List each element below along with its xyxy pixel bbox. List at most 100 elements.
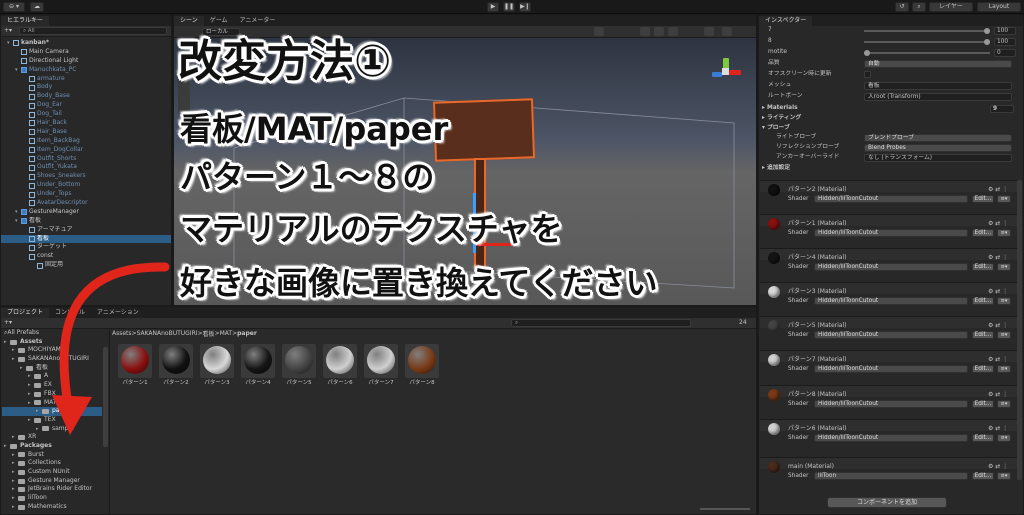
additional-settings-foldout[interactable]: ▸ 追加設定	[762, 164, 1020, 173]
cloud-button[interactable]: ☁	[30, 2, 44, 12]
shader-list-button[interactable]: ≡▾	[997, 263, 1011, 271]
shader-list-button[interactable]: ≡▾	[997, 297, 1011, 305]
hierarchy-item[interactable]: Main Camera	[1, 48, 171, 57]
hierarchy-item[interactable]: Directional Light	[1, 57, 171, 66]
checkbox[interactable]	[864, 71, 871, 78]
slider-value[interactable]: 100	[994, 37, 1016, 46]
breadcrumb-item[interactable]: 看板	[203, 329, 215, 338]
step-button[interactable]: ▶❙	[519, 2, 531, 12]
lighting-toggle-icon[interactable]	[640, 27, 650, 36]
inspector-scrollbar[interactable]	[1017, 180, 1022, 480]
material-header[interactable]: パターン5 (Material) ⚙ ⇄ ⋮	[760, 316, 1018, 332]
edit-shader-button[interactable]: Edit...	[972, 297, 994, 305]
add-icon[interactable]: +▾	[4, 27, 12, 34]
project-tree-item[interactable]: ▸ Custom NUnit	[2, 468, 102, 477]
slider-value[interactable]: 0	[994, 48, 1016, 57]
material-asset[interactable]: パターン3	[197, 340, 237, 392]
materials-header[interactable]: ▸ Materials 9	[762, 104, 1020, 113]
layers-dropdown[interactable]: レイヤー	[929, 2, 973, 12]
material-header[interactable]: パターン2 (Material) ⚙ ⇄ ⋮	[760, 180, 1018, 196]
effects-toggle-icon[interactable]	[668, 27, 678, 36]
project-tree-item[interactable]: ▸ Mathematics	[2, 503, 102, 512]
material-header[interactable]: パターン3 (Material) ⚙ ⇄ ⋮	[760, 282, 1018, 298]
slider-value[interactable]: 100	[994, 26, 1016, 35]
shader-list-button[interactable]: ≡▾	[997, 195, 1011, 203]
shader-list-button[interactable]: ≡▾	[997, 434, 1011, 442]
tab-game[interactable]: ゲーム	[204, 16, 234, 26]
gizmos-icon[interactable]	[722, 27, 732, 36]
shader-dropdown[interactable]: Hidden/lilToonCutout	[814, 365, 968, 373]
material-header[interactable]: パターン8 (Material) ⚙ ⇄ ⋮	[760, 385, 1018, 401]
materials-count-field[interactable]: 9	[990, 104, 1014, 113]
slider-track[interactable]	[864, 49, 990, 56]
tab-inspector[interactable]: インスペクター	[759, 16, 813, 26]
slider-knob[interactable]	[984, 38, 990, 45]
shader-dropdown[interactable]: Hidden/lilToonCutout	[814, 434, 968, 442]
project-tree-item[interactable]: ▸ lilToon	[2, 494, 102, 503]
material-asset[interactable]: パターン8	[402, 340, 442, 392]
breadcrumb-item[interactable]: paper	[237, 330, 257, 337]
search-button[interactable]: ⌕	[912, 2, 926, 12]
hierarchy-search-input[interactable]: ⌕ All	[19, 27, 167, 35]
shader-dropdown[interactable]: lilToon	[814, 472, 968, 480]
hierarchy-item[interactable]: Outfit_Yukata	[1, 163, 171, 172]
add-component-button[interactable]: コンポーネントを追加	[827, 497, 947, 508]
play-button[interactable]: ▶	[487, 2, 499, 12]
hierarchy-item[interactable]: 看板	[1, 234, 171, 244]
object-field[interactable]: 人root (Transform)	[864, 92, 1012, 101]
probes-foldout[interactable]: ▾ プローブ	[762, 124, 1020, 133]
shader-list-button[interactable]: ≡▾	[997, 400, 1011, 408]
slider-knob[interactable]	[864, 49, 870, 56]
tab-animator[interactable]: アニメーター	[234, 16, 282, 26]
slider-track[interactable]	[864, 27, 990, 34]
shader-dropdown[interactable]: Hidden/lilToonCutout	[814, 263, 968, 271]
edit-shader-button[interactable]: Edit...	[972, 472, 994, 480]
hierarchy-item[interactable]: ▾ kanban*	[1, 39, 171, 48]
hierarchy-item[interactable]: ▾ 看板	[1, 217, 171, 226]
material-header[interactable]: パターン6 (Material) ⚙ ⇄ ⋮	[760, 419, 1018, 435]
slider-track[interactable]	[864, 38, 990, 45]
probe-value-field[interactable]: ブレンドプローブ	[864, 133, 1012, 142]
material-header[interactable]: パターン4 (Material) ⚙ ⇄ ⋮	[760, 248, 1018, 264]
hierarchy-item[interactable]: Under_Bottom	[1, 181, 171, 190]
project-tree-item[interactable]: ▸ Collections	[2, 459, 102, 468]
lighting-foldout[interactable]: ▸ ライティング	[762, 114, 1020, 123]
slider-knob[interactable]	[984, 27, 990, 34]
edit-shader-button[interactable]: Edit...	[972, 229, 994, 237]
hierarchy-item[interactable]: Hair_Back	[1, 119, 171, 128]
history-button[interactable]: ↺	[895, 2, 909, 12]
project-tree-item[interactable]: ▸ Gesture Manager	[2, 477, 102, 486]
hierarchy-item[interactable]: ターゲット	[1, 243, 171, 252]
project-search-input[interactable]: ⌕	[511, 319, 691, 327]
edit-shader-button[interactable]: Edit...	[972, 195, 994, 203]
shader-dropdown[interactable]: Hidden/lilToonCutout	[814, 400, 968, 408]
hierarchy-item[interactable]: armature	[1, 75, 171, 84]
signboard-plank[interactable]	[432, 98, 536, 162]
edit-shader-button[interactable]: Edit...	[972, 263, 994, 271]
shading-mode-icon[interactable]	[594, 27, 604, 36]
tab-scene[interactable]: シーン	[174, 16, 204, 26]
probe-value-field[interactable]: なし (トランスフォーム)	[864, 153, 1012, 162]
shader-list-button[interactable]: ≡▾	[997, 331, 1011, 339]
material-asset[interactable]: パターン6	[320, 340, 360, 392]
project-tree-item[interactable]: ▸ Burst	[2, 451, 102, 460]
create-icon[interactable]: +▾	[4, 319, 12, 326]
tab-hierarchy[interactable]: ヒエラルキー	[1, 16, 50, 26]
edit-shader-button[interactable]: Edit...	[972, 365, 994, 373]
edit-shader-button[interactable]: Edit...	[972, 331, 994, 339]
hierarchy-item[interactable]: Shoes_Sneakers	[1, 172, 171, 181]
hierarchy-item[interactable]: Outfit_Shorts	[1, 155, 171, 164]
zoom-slider[interactable]	[700, 508, 750, 510]
shader-list-button[interactable]: ≡▾	[997, 365, 1011, 373]
camera-settings-icon[interactable]	[704, 27, 714, 36]
hierarchy-item[interactable]: Body_Base	[1, 92, 171, 101]
hierarchy-item[interactable]: AvatarDescriptor	[1, 199, 171, 208]
shader-dropdown[interactable]: Hidden/lilToonCutout	[814, 297, 968, 305]
material-asset[interactable]: パターン7	[361, 340, 401, 392]
hierarchy-item[interactable]: Body	[1, 83, 171, 92]
hierarchy-item[interactable]: Item_DogCollar	[1, 146, 171, 155]
hierarchy-item[interactable]: Dog_Tail	[1, 110, 171, 119]
shader-dropdown[interactable]: Hidden/lilToonCutout	[814, 229, 968, 237]
account-button[interactable]: ⊖ ▾	[3, 2, 25, 12]
hierarchy-item[interactable]: ▾ GestureManager	[1, 208, 171, 217]
